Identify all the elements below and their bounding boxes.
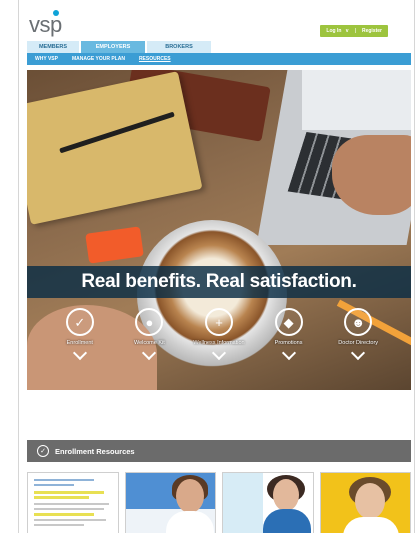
hero-banner: Real benefits. Real satisfaction. [27,266,411,298]
resource-thumbnails [27,472,411,533]
tab-brokers[interactable]: BROKERS [147,41,211,53]
tag-icon: ◆ [274,308,303,336]
vision-care-flyer-thumbnail[interactable] [222,472,314,533]
tab-members[interactable]: MEMBERS [27,41,79,53]
hero-quick-links: ✓ Enrollment ● Welcome Kit + Wellness In… [27,308,411,361]
tab-employers[interactable]: EMPLOYERS [81,41,145,53]
doctor-flyer-thumbnail[interactable] [124,472,216,533]
quick-link-promotions[interactable]: ◆ Promotions [259,308,319,361]
person-face [273,479,299,511]
hero-phone [85,226,144,264]
doc-title-line [34,479,94,481]
doc-text-line [34,524,84,526]
subnav-why-vsp[interactable]: WHY VSP [35,56,58,62]
eyewear-flyer-thumbnail[interactable] [319,472,411,533]
subnav-resources[interactable]: RESOURCES [139,56,171,62]
quick-link-doctor-directory[interactable]: ☻ Doctor Directory [328,308,388,361]
hero-notebook [27,71,203,225]
audience-tabs: MEMBERS EMPLOYERS BROKERS [27,41,211,53]
check-icon: ✓ [65,308,94,336]
doc-title-line [34,484,74,486]
person-body [165,511,214,533]
sub-navigation: WHY VSP MANAGE YOUR PLAN RESOURCES [27,53,411,65]
login-register-bar: Log In v | Register [320,25,388,37]
doc-text-line [34,508,104,510]
enrollment-resources-header[interactable]: ✓ Enrollment Resources [27,440,411,462]
hero-headline: Real benefits. Real satisfaction. [81,271,357,292]
document-thumbnail[interactable] [27,472,119,533]
chevron-down-icon [281,345,296,361]
chevron-down-icon [351,345,366,361]
person-body [263,509,311,533]
doc-text-line [34,519,106,521]
plus-icon: + [204,308,233,336]
enrollment-resources-title: Enrollment Resources [55,446,135,456]
login-label: Log In [326,28,342,34]
quick-link-wellness-information[interactable]: + Wellness Information [189,308,249,361]
speech-bubble-icon: ● [135,308,164,336]
check-circle-icon: ✓ [37,445,49,457]
page-frame: vsp Log In v | Register MEMBERS EMPLOYER… [18,0,415,533]
doc-text-line [34,503,109,505]
doc-highlight [34,491,104,494]
vsp-logo[interactable]: vsp [29,10,62,38]
chevron-down-icon [142,345,157,361]
doc-highlight [34,496,89,499]
chevron-down-icon [72,345,87,361]
quick-link-label: Welcome Kit [134,340,165,346]
people-icon: ☻ [344,308,373,336]
login-button[interactable]: Log In v [320,28,354,34]
login-caret-icon: v [345,28,349,34]
hero-laptop-screen [302,70,411,130]
subnav-manage-your-plan[interactable]: MANAGE YOUR PLAN [72,56,125,62]
person-face [354,483,385,519]
person-face [175,479,204,513]
quick-link-enrollment[interactable]: ✓ Enrollment [50,308,110,361]
logo-dot-icon [53,10,59,16]
hero-image: Real benefits. Real satisfaction. ✓ Enro… [27,70,411,390]
flyer-panel [223,473,263,533]
register-link[interactable]: Register [356,28,388,34]
chevron-down-icon [211,345,227,361]
login-separator: | [354,28,356,34]
doc-highlight [34,513,94,516]
person-body [342,517,399,533]
quick-link-welcome-kit[interactable]: ● Welcome Kit [119,308,179,361]
